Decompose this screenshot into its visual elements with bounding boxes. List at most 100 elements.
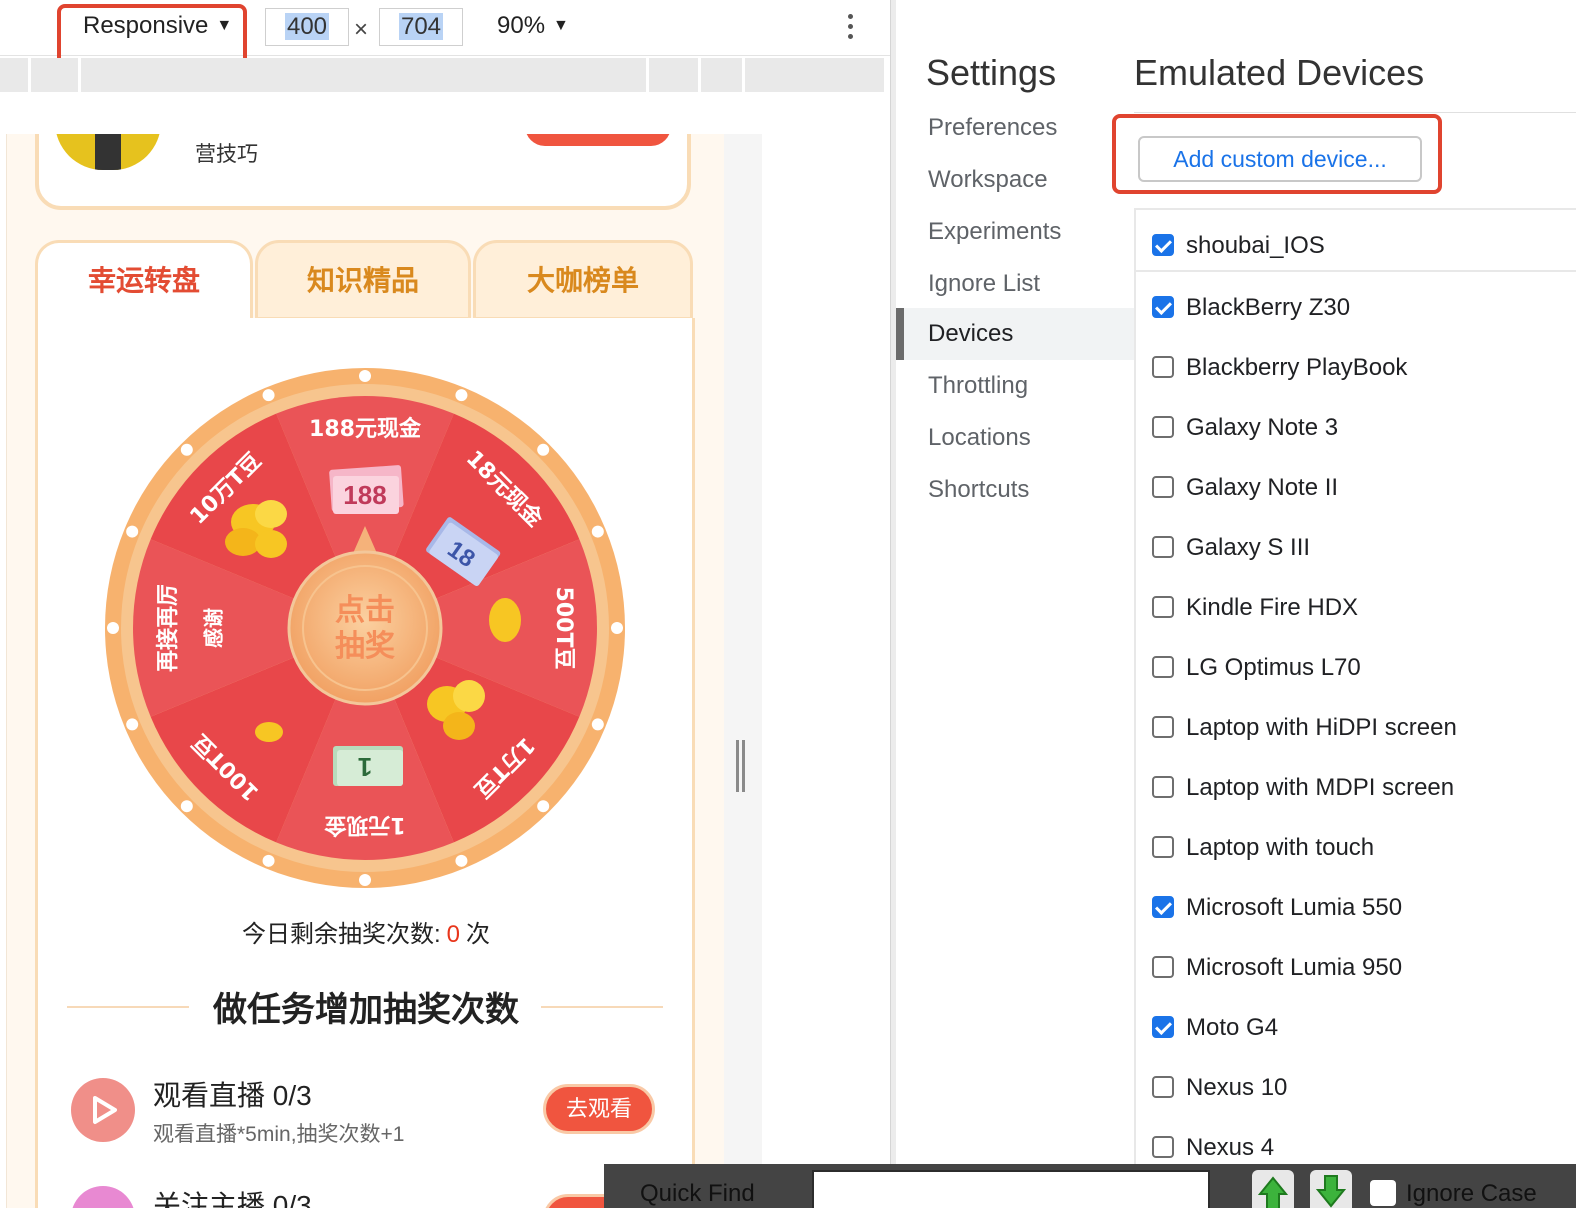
- height-value: 704: [398, 13, 444, 40]
- device-checkbox[interactable]: [1152, 715, 1174, 738]
- dropdown-caret-icon: ▼: [553, 17, 569, 34]
- cash-1-icon: 1: [333, 746, 403, 786]
- wheel-light: [537, 800, 550, 813]
- device-checkbox[interactable]: [1152, 1075, 1174, 1098]
- device-name: Moto G4: [1186, 1014, 1279, 1041]
- wheel-light: [537, 443, 550, 456]
- ignore-case-checkbox[interactable]: [1370, 1180, 1396, 1206]
- find-next-button[interactable]: [1310, 1170, 1352, 1208]
- more-options-icon[interactable]: [846, 14, 854, 44]
- width-input[interactable]: 400: [265, 8, 349, 46]
- device-row[interactable]: Galaxy S III: [1152, 528, 1310, 568]
- prize-wheel[interactable]: 188 18 1 188元现金18元现金500T豆1万T豆1元现金100T豆再接…: [103, 366, 627, 890]
- settings-nav-shortcuts[interactable]: Shortcuts: [896, 464, 1134, 516]
- device-name: Kindle Fire HDX: [1186, 594, 1359, 621]
- height-input[interactable]: 704: [379, 8, 463, 46]
- divider-line: [1136, 270, 1576, 272]
- remaining-draws-label: 今日剩余抽奖次数:: [241, 921, 441, 948]
- profile-action-button[interactable]: [525, 134, 671, 146]
- settings-nav-locations[interactable]: Locations: [896, 412, 1134, 464]
- cash-188-label: 188: [343, 480, 386, 510]
- tab-lucky-wheel[interactable]: 幸运转盘: [35, 240, 253, 320]
- play-icon: [71, 1078, 135, 1142]
- wheel-light: [180, 800, 193, 813]
- quick-find-label: Quick Find: [640, 1180, 755, 1207]
- device-checkbox[interactable]: [1152, 1015, 1174, 1038]
- emulated-devices-title: Emulated Devices: [1134, 52, 1425, 93]
- screen: Responsive ▼ 400 × 704 90% ▼ 营技巧 幸运转盘 知识…: [0, 0, 1576, 1208]
- device-row[interactable]: Laptop with HiDPI screen: [1152, 708, 1457, 748]
- settings-nav-workspace[interactable]: Workspace: [896, 154, 1134, 206]
- wheel-segment-label: 1元现金: [323, 812, 405, 838]
- tab-rankings[interactable]: 大咖榜单: [473, 240, 693, 320]
- device-row[interactable]: Kindle Fire HDX: [1152, 588, 1358, 628]
- wheel-light: [262, 389, 275, 402]
- settings-nav-experiments[interactable]: Experiments: [896, 206, 1134, 258]
- device-name: Nexus 10: [1186, 1074, 1288, 1101]
- spin-button[interactable]: [287, 550, 443, 706]
- viewport-gutter: [724, 134, 762, 1208]
- device-checkbox[interactable]: [1152, 535, 1174, 558]
- arrow-up-icon: [1257, 1176, 1289, 1208]
- tab-knowledge[interactable]: 知识精品: [255, 240, 471, 320]
- device-checkbox[interactable]: [1152, 233, 1174, 256]
- settings-nav-preferences[interactable]: Preferences: [896, 102, 1134, 154]
- remaining-draws-count: 0: [446, 921, 461, 948]
- device-row[interactable]: Galaxy Note II: [1152, 468, 1338, 508]
- device-row[interactable]: Microsoft Lumia 950: [1152, 948, 1402, 988]
- device-name: Laptop with HiDPI screen: [1186, 714, 1457, 741]
- device-checkbox[interactable]: [1152, 655, 1174, 678]
- device-row[interactable]: Nexus 10: [1152, 1068, 1287, 1108]
- device-row[interactable]: Laptop with touch: [1152, 828, 1374, 868]
- zoom-dropdown[interactable]: 90% ▼: [497, 12, 569, 40]
- device-checkbox[interactable]: [1152, 415, 1174, 438]
- wheel-light: [262, 854, 275, 867]
- device-checkbox[interactable]: [1152, 475, 1174, 498]
- device-list: shoubai_IOS BlackBerry Z30 Blackberry Play…: [1134, 208, 1576, 1208]
- wheel-segment-label: 500T豆: [551, 587, 576, 670]
- settings-nav-ignore-list[interactable]: Ignore List: [896, 258, 1134, 310]
- device-name: LG Optimus L70: [1186, 654, 1361, 681]
- device-row[interactable]: Blackberry PlayBook: [1152, 348, 1407, 388]
- settings-title: Settings: [926, 52, 1057, 93]
- device-checkbox[interactable]: [1152, 595, 1174, 618]
- device-row[interactable]: LG Optimus L70: [1152, 648, 1361, 688]
- device-row[interactable]: Nexus 4: [1152, 1128, 1274, 1168]
- wheel-light: [107, 622, 119, 634]
- device-checkbox[interactable]: [1152, 955, 1174, 978]
- settings-nav-throttling[interactable]: Throttling: [896, 360, 1134, 412]
- device-row[interactable]: Galaxy Note 3: [1152, 408, 1338, 448]
- device-checkbox[interactable]: [1152, 895, 1174, 918]
- resize-handle-icon[interactable]: [736, 740, 748, 792]
- device-name: Galaxy Note 3: [1186, 414, 1339, 441]
- find-previous-button[interactable]: [1252, 1170, 1294, 1208]
- device-checkbox[interactable]: [1152, 355, 1174, 378]
- task-watch-desc: 观看直播*5min,抽奖次数+1: [153, 1123, 405, 1146]
- settings-nav-devices[interactable]: Devices: [896, 308, 1134, 360]
- device-row[interactable]: shoubai_IOS: [1152, 226, 1325, 266]
- device-name: Blackberry PlayBook: [1186, 354, 1408, 381]
- page-tabs: 幸运转盘 知识精品 大咖榜单: [35, 240, 695, 320]
- media-query-ruler[interactable]: [0, 58, 884, 92]
- device-row[interactable]: Microsoft Lumia 550: [1152, 888, 1402, 928]
- emulated-page-viewport: 营技巧 幸运转盘 知识精品 大咖榜单 188 18 1 188元现金 18元现金…: [6, 134, 724, 1208]
- device-row[interactable]: Laptop with MDPI screen: [1152, 768, 1454, 808]
- device-row[interactable]: Moto G4: [1152, 1008, 1278, 1048]
- wheel-light: [455, 389, 468, 402]
- device-checkbox[interactable]: [1152, 1135, 1174, 1158]
- device-checkbox[interactable]: [1152, 775, 1174, 798]
- divider-line: [541, 1006, 663, 1008]
- cash-188-icon: 188: [329, 465, 404, 514]
- device-name: Laptop with touch: [1186, 834, 1375, 861]
- quick-find-input[interactable]: [812, 1170, 1210, 1208]
- ignore-case-label: Ignore Case: [1406, 1180, 1537, 1207]
- settings-panel: Settings Preferences Workspace Experimen…: [896, 8, 1576, 1208]
- go-watch-button[interactable]: 去观看: [543, 1084, 655, 1134]
- device-name: shoubai_IOS: [1186, 232, 1325, 259]
- device-checkbox[interactable]: [1152, 835, 1174, 858]
- dimension-separator: ×: [354, 16, 369, 43]
- wheel-segment-label: 188元现金: [309, 416, 422, 442]
- device-row[interactable]: BlackBerry Z30: [1152, 288, 1350, 328]
- wheel-light: [359, 370, 371, 382]
- device-checkbox[interactable]: [1152, 295, 1174, 318]
